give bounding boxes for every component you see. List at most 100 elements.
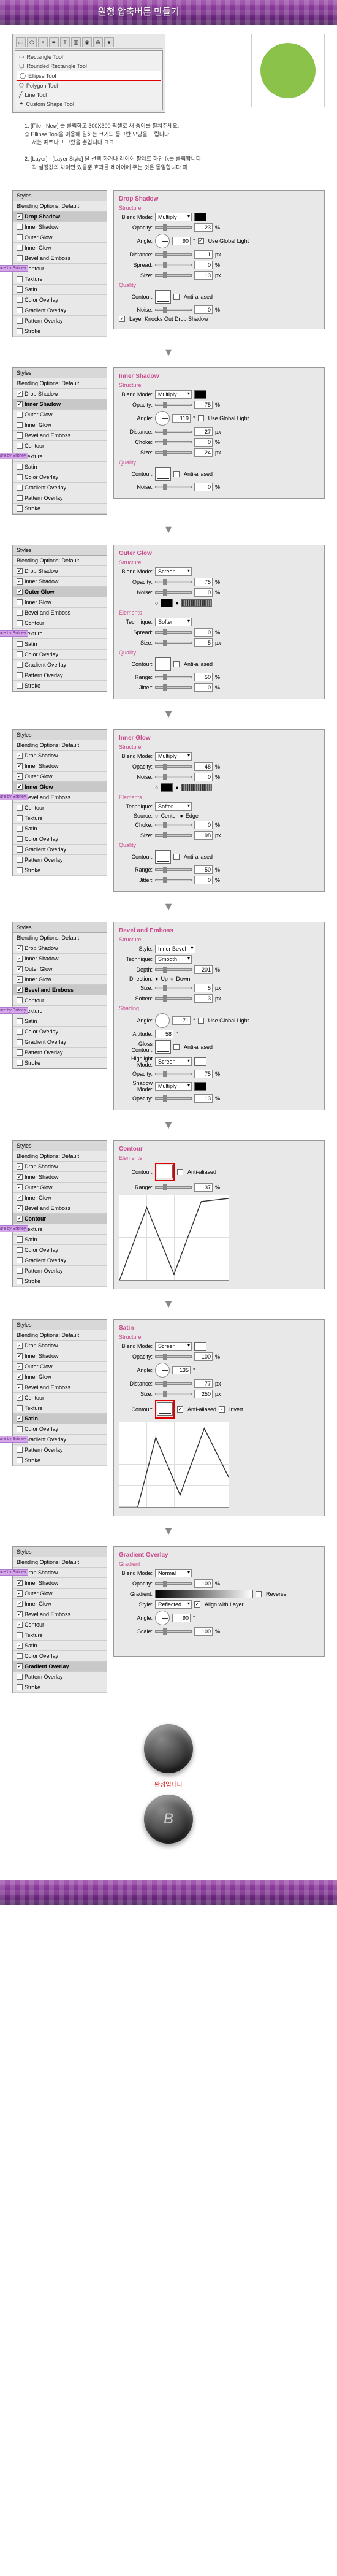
contour-picker[interactable] xyxy=(155,290,171,304)
size-input[interactable]: 13 xyxy=(194,271,213,280)
spread-input[interactable]: 0 xyxy=(194,261,213,269)
contour-picker[interactable] xyxy=(157,1165,173,1178)
noise-slider[interactable] xyxy=(155,309,192,311)
panel-outer-glow: Styles Blending Options: Default ✓Drop S… xyxy=(0,539,337,705)
style-outer-glow[interactable]: Outer Glow xyxy=(13,232,107,243)
style-satin[interactable]: Satin xyxy=(13,285,107,295)
header-title: 원형 압축버튼 만들기 xyxy=(0,0,337,25)
panel-drop-shadow: Styles Blending Options: Default ✓Drop S… xyxy=(0,184,337,343)
tool-icon[interactable]: ⬭ xyxy=(27,37,37,47)
blending-options[interactable]: Blending Options: Default xyxy=(13,201,107,212)
opacity-slider[interactable] xyxy=(155,404,192,406)
tool-line[interactable]: ╱ Line Tool xyxy=(17,90,161,99)
contour-curve-editor[interactable] xyxy=(119,1195,229,1281)
styles-list: Styles Blending Options: Default ✓Drop S… xyxy=(12,729,107,876)
tool-icon[interactable]: T xyxy=(60,37,70,47)
style-drop-shadow[interactable]: ✓Drop Shadow xyxy=(13,212,107,222)
bevel-settings: Bevel and Emboss Structure Style:Inner B… xyxy=(113,922,325,1110)
style-satin[interactable]: ✓Satin xyxy=(13,1414,107,1424)
style-inner-glow[interactable]: Inner Glow xyxy=(13,420,107,431)
size-slider[interactable] xyxy=(155,274,192,277)
satin-settings: Satin Structure Blend Mode:Screen Opacit… xyxy=(113,1319,325,1516)
tool-rounded-rect[interactable]: ▢ Rounded Rectangle Tool xyxy=(17,61,161,71)
color-swatch[interactable] xyxy=(194,213,206,221)
style-gradient-overlay[interactable]: Gradient Overlay xyxy=(13,483,107,493)
angle-input[interactable]: 90 xyxy=(172,237,191,245)
style-color-overlay[interactable]: Color Overlay xyxy=(13,295,107,305)
gradient-overlay-settings: Gradient Overlay Gradient Blend Mode:Nor… xyxy=(113,1546,325,1657)
angle-dial[interactable] xyxy=(155,234,170,248)
style-texture[interactable]: Texture xyxy=(13,274,107,285)
blend-mode-dropdown[interactable]: Multiply xyxy=(155,390,192,399)
opacity-slider[interactable] xyxy=(155,226,192,229)
green-circle xyxy=(260,43,316,98)
contour-picker[interactable] xyxy=(155,467,171,481)
style-gradient-overlay[interactable]: Gradient Overlay xyxy=(13,305,107,316)
inner-shadow-settings: Inner Shadow Structure Blend Mode:Multip… xyxy=(113,367,325,499)
toolbar-icon-row: ▭ ⬭ ◓ ✒ T ▥ ◉ ⊕ ▾ xyxy=(15,36,163,49)
style-texture[interactable]: Lecture by BritneyTexture xyxy=(13,451,107,462)
gradient-bar[interactable] xyxy=(155,1590,253,1598)
style-gradient-overlay[interactable]: ✓Gradient Overlay xyxy=(13,1662,107,1672)
style-stroke[interactable]: Stroke xyxy=(13,504,107,514)
opacity-input[interactable]: 23 xyxy=(194,223,213,232)
styles-list: Styles Blending Options: Default ✓Drop S… xyxy=(12,1140,107,1287)
tool-icon[interactable]: ◓ xyxy=(38,37,48,47)
style-inner-shadow[interactable]: ✓Inner Shadow xyxy=(13,399,107,410)
instruction-text: 1. [File - New] 를 클릭하고 300X300 픽셀로 새 종이를… xyxy=(12,119,325,175)
antialias-checkbox[interactable] xyxy=(173,294,180,300)
intro-section: ▭ ⬭ ◓ ✒ T ▥ ◉ ⊕ ▾ ▭ Rectangle Tool ▢ Rou… xyxy=(0,25,337,184)
tool-ellipse[interactable]: ◯ Ellipse Tool xyxy=(17,71,161,81)
style-contour[interactable]: Contour xyxy=(13,441,107,451)
result-button-text: B xyxy=(144,1795,193,1844)
style-bevel[interactable]: Bevel and Emboss xyxy=(13,253,107,264)
gradient-picker[interactable] xyxy=(181,599,212,607)
style-pattern-overlay[interactable]: Pattern Overlay xyxy=(13,493,107,504)
tool-icon[interactable]: ⊕ xyxy=(93,37,103,47)
style-drop-shadow[interactable]: ✓Drop Shadow xyxy=(13,389,107,399)
styles-list: Styles Blending Options: Default ✓Drop S… xyxy=(12,190,107,337)
styles-header: Styles xyxy=(13,191,107,201)
style-stroke[interactable]: Stroke xyxy=(13,326,107,337)
style-inner-glow[interactable]: ✓Inner Glow xyxy=(13,782,107,792)
styles-list: Styles Blending Options: Default Lecture… xyxy=(12,1546,107,1693)
satin-curve-editor[interactable] xyxy=(119,1422,229,1508)
contour-settings: Contour Elements Contour: Anti-aliased R… xyxy=(113,1140,325,1289)
style-bevel[interactable]: Bevel and Emboss xyxy=(13,431,107,441)
knockout-checkbox[interactable]: ✓ xyxy=(119,316,125,322)
styles-list: Styles Blending Options: Default ✓Drop S… xyxy=(12,1319,107,1466)
tool-icon[interactable]: ◉ xyxy=(82,37,92,47)
tool-icon[interactable]: ✒ xyxy=(49,37,59,47)
style-contour[interactable]: ✓Contour xyxy=(13,1214,107,1224)
panel-gradient-overlay: Styles Blending Options: Default Lecture… xyxy=(0,1540,337,1700)
style-outer-glow[interactable]: Outer Glow xyxy=(13,410,107,420)
style-contour[interactable]: Lecture by BritneyContour xyxy=(13,264,107,274)
style-bevel[interactable]: ✓Bevel and Emboss xyxy=(13,985,107,995)
global-light-checkbox[interactable]: ✓ xyxy=(198,238,204,244)
arrow-down-icon: ▼ xyxy=(0,705,337,723)
page-header: 원형 압축버튼 만들기 xyxy=(0,0,337,25)
angle-dial[interactable] xyxy=(155,411,170,426)
style-satin[interactable]: Satin xyxy=(13,462,107,472)
style-color-overlay[interactable]: Color Overlay xyxy=(13,472,107,483)
arrow-down-icon: ▼ xyxy=(0,1116,337,1134)
style-outer-glow[interactable]: ✓Outer Glow xyxy=(13,587,107,597)
tool-rectangle[interactable]: ▭ Rectangle Tool xyxy=(17,52,161,61)
tool-icon[interactable]: ▾ xyxy=(104,37,114,47)
spread-slider[interactable] xyxy=(155,264,192,266)
color-swatch[interactable] xyxy=(194,390,206,399)
style-pattern-overlay[interactable]: Pattern Overlay xyxy=(13,316,107,326)
blend-mode-dropdown[interactable]: Multiply xyxy=(155,213,192,221)
tool-custom-shape[interactable]: ✦ Custom Shape Tool xyxy=(17,99,161,109)
shape-tool-flyout: ▭ Rectangle Tool ▢ Rounded Rectangle Too… xyxy=(15,50,163,110)
tools-palette: ▭ ⬭ ◓ ✒ T ▥ ◉ ⊕ ▾ ▭ Rectangle Tool ▢ Rou… xyxy=(12,34,165,113)
tool-polygon[interactable]: ⬠ Polygon Tool xyxy=(17,81,161,90)
style-inner-shadow[interactable]: Inner Shadow xyxy=(13,222,107,232)
distance-slider[interactable] xyxy=(155,253,192,256)
panel-inner-shadow: Styles Blending Options: Default ✓Drop S… xyxy=(0,361,337,521)
tool-icon[interactable]: ▭ xyxy=(16,37,26,47)
distance-input[interactable]: 1 xyxy=(194,250,213,259)
tool-icon[interactable]: ▥ xyxy=(71,37,81,47)
noise-input[interactable]: 0 xyxy=(194,305,213,314)
style-inner-glow[interactable]: Inner Glow xyxy=(13,243,107,253)
